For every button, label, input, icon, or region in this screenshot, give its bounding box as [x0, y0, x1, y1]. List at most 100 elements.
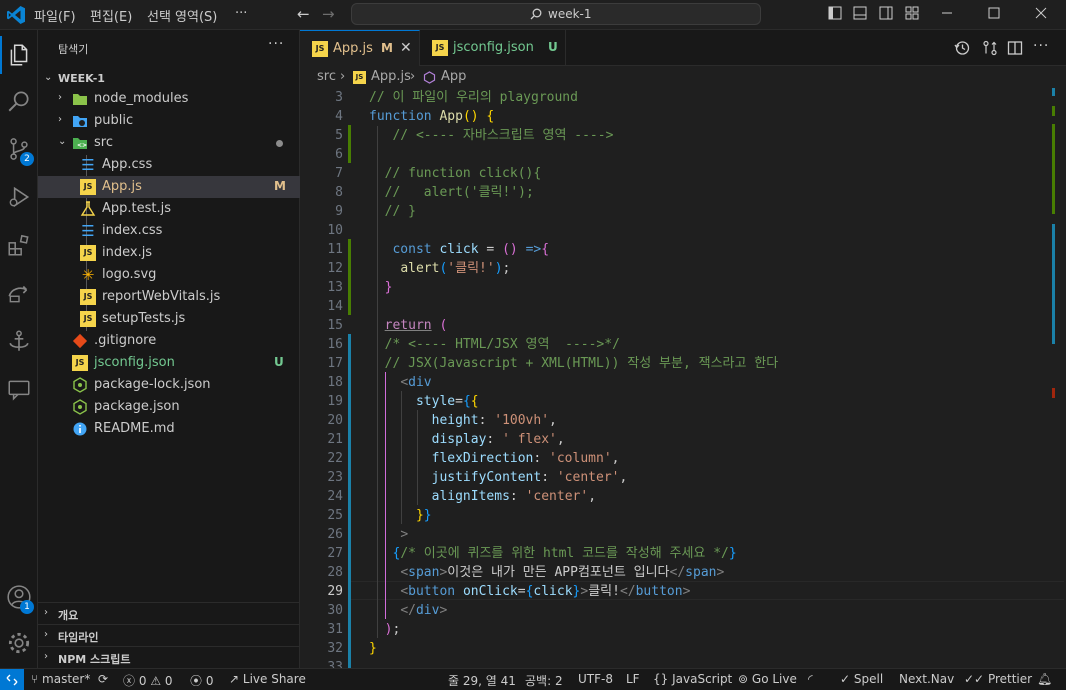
language-mode[interactable]: {} JavaScript: [653, 672, 732, 686]
encoding[interactable]: UTF-8: [578, 672, 613, 686]
tab-jsconfig[interactable]: JS jsconfig.json U: [420, 30, 566, 66]
tree-item-label: node_modules: [94, 91, 189, 106]
tree-item-label: logo.svg: [102, 267, 157, 282]
code-line-23: justifyContent: 'center',: [431, 470, 628, 485]
code-line-20: height: '100vh',: [431, 413, 557, 428]
chevron-right-icon: ›: [44, 629, 48, 640]
spell-button[interactable]: ✓ Spell: [840, 672, 883, 686]
next-nav-button[interactable]: Next.Nav: [899, 672, 954, 686]
diff-added-marker: [348, 239, 351, 315]
comments-icon[interactable]: [4, 374, 34, 404]
tab-label: jsconfig.json: [453, 40, 534, 55]
extensions-icon[interactable]: [4, 230, 34, 260]
tree-item-public[interactable]: › public: [38, 110, 300, 132]
run-debug-icon[interactable]: [4, 182, 34, 212]
toggle-panel-icon[interactable]: [853, 6, 867, 20]
indentation[interactable]: 공백: 2: [525, 672, 563, 689]
toggle-secondary-sidebar-icon[interactable]: [879, 6, 893, 20]
info-file-icon: [73, 422, 87, 436]
manage-gear-icon[interactable]: [4, 628, 34, 658]
branch-indicator[interactable]: ⑂ master*: [31, 672, 90, 686]
close-window-icon[interactable]: [1034, 6, 1048, 20]
tree-item-package-lock[interactable]: package-lock.json: [38, 374, 300, 396]
tree-item-jsconfig[interactable]: JS jsconfig.json U: [38, 352, 300, 374]
tree-item-setup-tests[interactable]: JS setupTests.js: [38, 308, 300, 330]
explorer-more-button[interactable]: ···: [268, 36, 284, 52]
go-live-label: Go Live: [751, 672, 797, 686]
remote-explorer-icon[interactable]: [4, 278, 34, 308]
tree-item-label: package.json: [94, 399, 180, 414]
end-of-line[interactable]: LF: [626, 672, 640, 686]
npm-scripts-panel-header[interactable]: › NPM 스크립트: [38, 646, 300, 668]
search-view-icon[interactable]: [4, 86, 34, 116]
tree-item-gitignore[interactable]: .gitignore: [38, 330, 300, 352]
ports-count: 0: [205, 674, 214, 688]
notifications-bell-icon[interactable]: 🔔︎: [1037, 672, 1052, 686]
line-number: 28: [327, 565, 343, 580]
braces-icon: {}: [653, 672, 669, 686]
tree-item-app-js[interactable]: JS App.js M: [38, 176, 300, 198]
timeline-history-icon[interactable]: [954, 40, 970, 56]
remote-indicator[interactable]: [0, 669, 24, 690]
js-file-icon: JS: [80, 311, 96, 327]
js-file-icon: JS: [432, 40, 448, 56]
breadcrumb: src › JS App.js › App: [300, 66, 1066, 88]
breadcrumb-symbol[interactable]: App: [441, 69, 466, 84]
anchor-icon[interactable]: [4, 326, 34, 356]
toggle-primary-sidebar-icon[interactable]: [828, 6, 842, 20]
forward-arrow-icon[interactable]: →: [322, 5, 335, 23]
cursor-position[interactable]: 줄 29, 열 41: [448, 672, 516, 689]
tree-item-logo-svg[interactable]: ✳ logo.svg: [38, 264, 300, 286]
account-icon[interactable]: 1: [4, 582, 34, 614]
npm-file-icon: [73, 377, 87, 393]
go-live-button[interactable]: ⊚ Go Live: [738, 672, 797, 686]
line-number: 31: [327, 622, 343, 637]
explorer-icon[interactable]: [0, 36, 34, 74]
tree-item-package-json[interactable]: package.json: [38, 396, 300, 418]
line-number: 29: [327, 584, 343, 599]
line-number: 15: [327, 318, 343, 333]
editor-more-actions[interactable]: ···: [1033, 38, 1049, 54]
back-arrow-icon[interactable]: ←: [297, 5, 310, 23]
split-editor-icon[interactable]: [1007, 40, 1023, 56]
tree-item-readme[interactable]: README.md: [38, 418, 300, 440]
vscode-logo-icon[interactable]: [6, 5, 26, 25]
line-number: 5: [335, 128, 343, 143]
tree-item-index-js[interactable]: JS index.js: [38, 242, 300, 264]
maximize-icon[interactable]: [987, 6, 1001, 20]
workspace-root[interactable]: ⌄ WEEK-1: [38, 68, 300, 90]
code-editor[interactable]: 3 4 5 6 7 8 9 10 11 12 13 14 15 16 17 18 19 20 21 22 23 24 25 2…: [300, 88, 1066, 668]
chevron-down-icon: ⌄: [44, 72, 53, 83]
tab-app-js[interactable]: JS App.js M ✕: [300, 30, 420, 66]
branch-name: master*: [42, 672, 91, 686]
line-number: 26: [327, 527, 343, 542]
source-control-icon[interactable]: 2: [4, 134, 34, 166]
line-number: 11: [327, 242, 343, 257]
menu-edit[interactable]: 편집(E): [90, 6, 132, 25]
outline-panel-header[interactable]: › 개요: [38, 602, 300, 624]
live-share-button[interactable]: ↗ Live Share: [229, 672, 306, 686]
menu-file[interactable]: 파일(F): [34, 6, 76, 25]
timeline-panel-header[interactable]: › 타임라인: [38, 624, 300, 646]
check-icon: ✓: [840, 672, 851, 686]
menu-selection[interactable]: 선택 영역(S): [147, 6, 217, 25]
tree-item-app-test-js[interactable]: App.test.js: [38, 198, 300, 220]
sync-icon[interactable]: ⟳: [98, 672, 108, 686]
breadcrumb-file[interactable]: App.js: [371, 69, 411, 84]
tree-item-index-css[interactable]: ☰ index.css: [38, 220, 300, 242]
prettier-button[interactable]: ✓✓ Prettier: [964, 672, 1032, 686]
tree-item-src[interactable]: ⌄ <> src: [38, 132, 300, 154]
compare-changes-icon[interactable]: [982, 40, 998, 56]
problems-indicator[interactable]: ⓧ 0 ⚠ 0: [123, 672, 173, 689]
command-center-search[interactable]: week-1: [351, 3, 761, 25]
menu-more[interactable]: ···: [235, 6, 247, 21]
ports-indicator[interactable]: ⦿ 0: [190, 672, 213, 689]
close-tab-icon[interactable]: ✕: [400, 40, 412, 56]
minimize-icon[interactable]: [940, 6, 954, 20]
customize-layout-icon[interactable]: [905, 6, 919, 20]
tree-item-node-modules[interactable]: › node_modules: [38, 88, 300, 110]
chevron-right-icon: ›: [58, 114, 62, 125]
tree-item-app-css[interactable]: ☰ App.css: [38, 154, 300, 176]
breadcrumb-folder[interactable]: src: [317, 69, 336, 84]
tree-item-report-web-vitals[interactable]: JS reportWebVitals.js: [38, 286, 300, 308]
